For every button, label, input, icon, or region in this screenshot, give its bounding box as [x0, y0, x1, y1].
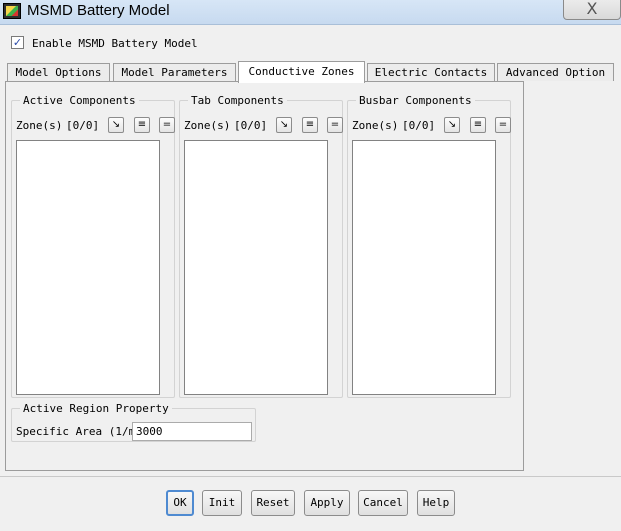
select-all-button[interactable]: ↘: [276, 117, 292, 133]
select-all-button[interactable]: ↘: [108, 117, 124, 133]
title-bar: MSMD Battery Model X: [0, 0, 621, 25]
tab-components-group: Tab Components Zone(s) [0/0] ↘ ≡ =: [179, 94, 343, 398]
zone-label: Zone(s): [16, 119, 63, 132]
apply-button[interactable]: Apply: [304, 490, 350, 516]
deselect-all-button[interactable]: =: [495, 117, 511, 133]
deselect-all-button[interactable]: =: [327, 117, 343, 133]
reset-button[interactable]: Reset: [251, 490, 295, 516]
zone-label: Zone(s): [184, 119, 231, 132]
init-button[interactable]: Init: [202, 490, 242, 516]
tab-model-options[interactable]: Model Options: [7, 63, 110, 81]
tab-electric-contacts[interactable]: Electric Contacts: [367, 63, 495, 81]
cancel-button[interactable]: Cancel: [358, 490, 408, 516]
specific-area-label: Specific Area (1/m): [16, 425, 142, 438]
busbar-components-group: Busbar Components Zone(s) [0/0] ↘ ≡ =: [347, 94, 511, 398]
deselect-all-button[interactable]: =: [159, 117, 175, 133]
group-title: Active Region Property: [20, 402, 172, 415]
active-region-property-group: Active Region Property Specific Area (1/…: [11, 402, 256, 442]
busbar-zones-list[interactable]: [352, 140, 496, 395]
help-button[interactable]: Help: [417, 490, 455, 516]
tab-conductive-zones[interactable]: Conductive Zones: [238, 61, 365, 83]
zone-count: [0/0]: [66, 119, 100, 132]
group-title: Busbar Components: [356, 94, 475, 107]
window-title: MSMD Battery Model: [27, 2, 170, 19]
conductive-zones-panel: Active Components Zone(s) [0/0] ↘ ≡ = Ta…: [5, 81, 524, 471]
active-zones-list[interactable]: [16, 140, 160, 395]
list-button[interactable]: ≡: [470, 117, 486, 133]
button-separator: [0, 476, 621, 477]
tab-model-parameters[interactable]: Model Parameters: [113, 63, 236, 81]
zone-label: Zone(s): [352, 119, 399, 132]
group-title: Tab Components: [188, 94, 287, 107]
tab-zones-list[interactable]: [184, 140, 328, 395]
close-button[interactable]: X: [563, 0, 621, 20]
ok-button[interactable]: OK: [166, 490, 194, 516]
tab-advanced-option[interactable]: Advanced Option: [497, 63, 614, 81]
enable-msmd-label[interactable]: Enable MSMD Battery Model: [32, 37, 198, 50]
group-title: Active Components: [20, 94, 139, 107]
enable-msmd-checkbox[interactable]: ✓: [11, 36, 24, 49]
zone-count: [0/0]: [234, 119, 268, 132]
list-button[interactable]: ≡: [302, 117, 318, 133]
select-all-button[interactable]: ↘: [444, 117, 460, 133]
app-icon: [3, 3, 21, 19]
zone-count: [0/0]: [402, 119, 436, 132]
list-button[interactable]: ≡: [134, 117, 150, 133]
specific-area-input[interactable]: 3000: [132, 422, 252, 441]
active-components-group: Active Components Zone(s) [0/0] ↘ ≡ =: [11, 94, 175, 398]
